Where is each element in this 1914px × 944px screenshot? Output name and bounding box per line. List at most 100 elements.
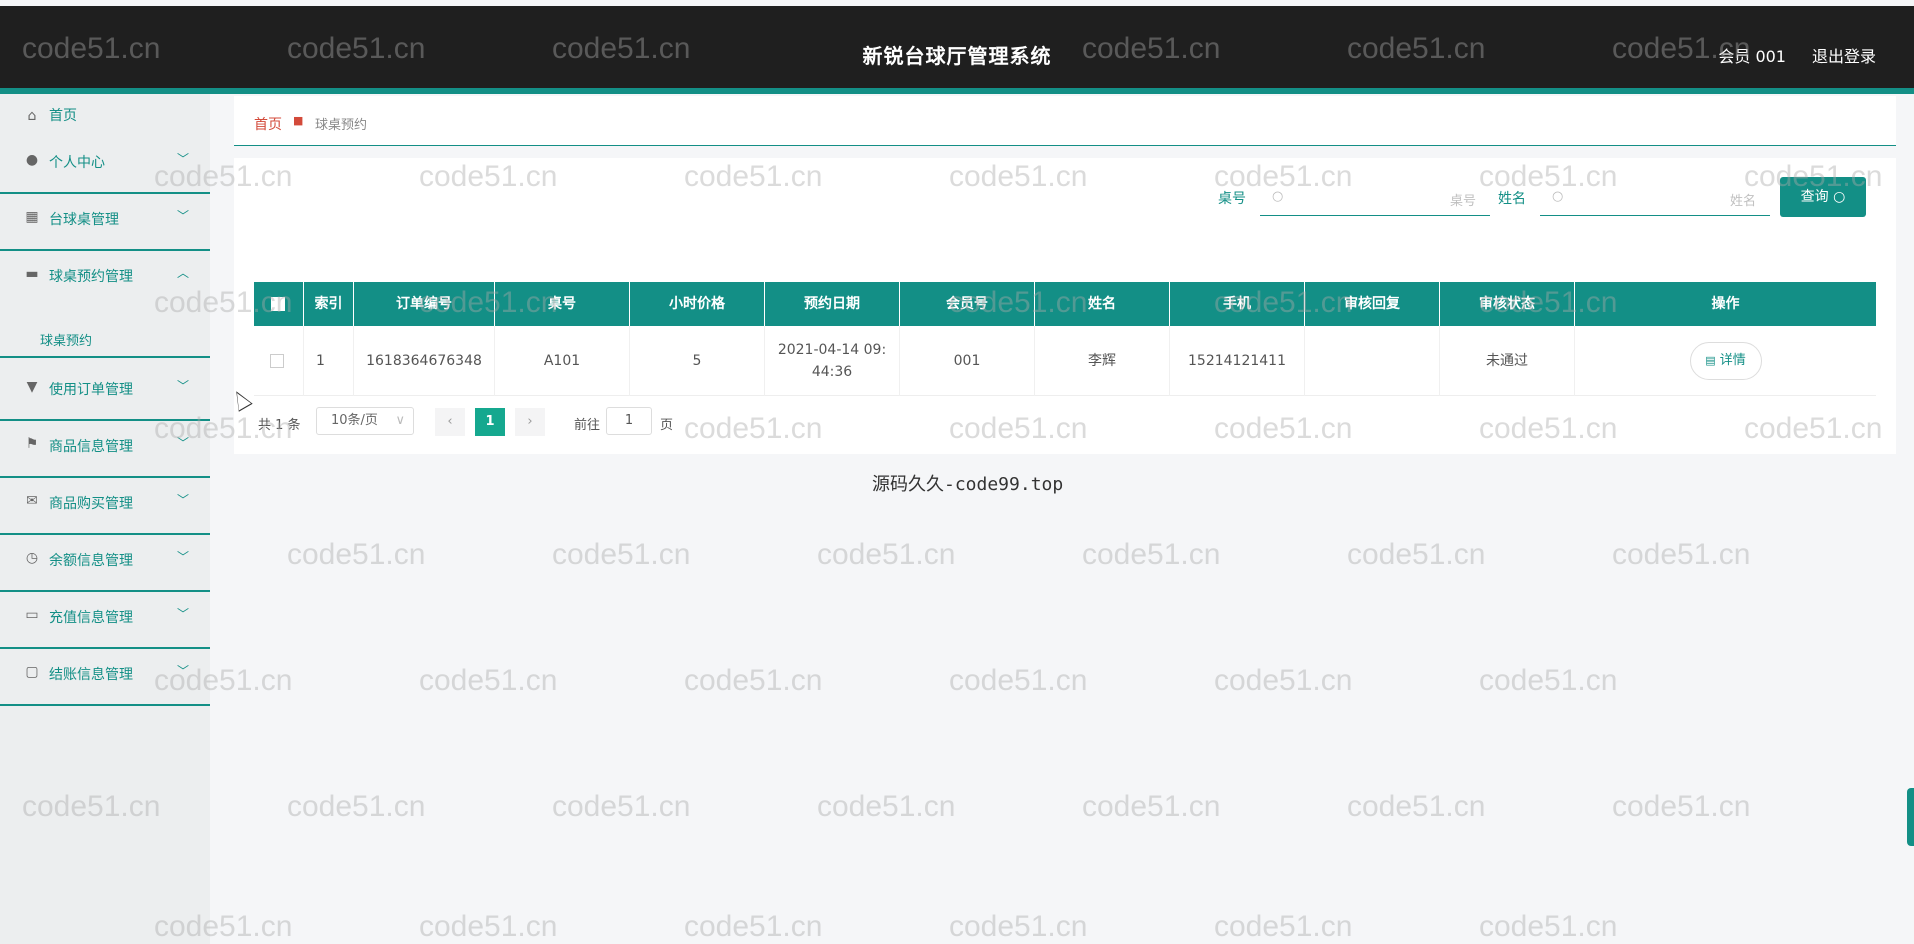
search-icon: ○ (1833, 189, 1846, 205)
sidebar-item-recharge[interactable]: ▭ 充值信息管理 ﹀ (0, 593, 210, 649)
column-header: 桌号 (495, 282, 630, 326)
row-checkbox[interactable] (270, 354, 284, 368)
column-header: 预约日期 (765, 282, 900, 326)
watermark: code51.cn (552, 538, 691, 571)
breadcrumb: 首页 ■ 球桌预约 (234, 96, 1896, 146)
sidebar-item-label: 首页 (49, 108, 77, 124)
monitor-icon: ▬ (25, 266, 39, 282)
sidebar-item-purchases[interactable]: ✉ 商品购买管理 ﹀ (0, 479, 210, 535)
sidebar-item-balance[interactable]: ◷ 余额信息管理 ﹀ (0, 536, 210, 592)
cell-date: 2021-04-14 09:44:36 (765, 326, 900, 396)
watermark: code51.cn (1082, 538, 1221, 571)
cell-table-no: A101 (495, 326, 630, 396)
search-icon: ○ (1552, 189, 1564, 204)
column-header: 姓名 (1035, 282, 1170, 326)
column-header: 会员号 (900, 282, 1035, 326)
watermark: code51.cn (817, 790, 956, 823)
top-header: 新锐台球厅管理系统 会员 001 退出登录 (0, 6, 1914, 88)
column-header: 订单编号 (354, 282, 495, 326)
chevron-down-icon: ﹀ (177, 493, 190, 507)
grid-icon: ▦ (25, 209, 39, 225)
mail-icon: ✉ (26, 493, 38, 509)
cell-reply (1305, 326, 1440, 396)
watermark: code51.cn (684, 910, 823, 943)
select-all-checkbox[interactable] (271, 297, 285, 311)
watermark: code51.cn (817, 538, 956, 571)
cell-index: 1 (304, 326, 354, 396)
sidebar-item-profile[interactable]: ● 个人中心 ﹀ (0, 138, 210, 194)
sidebar-item-label: 充值信息管理 (49, 610, 133, 626)
sidebar-item-reservation[interactable]: ▬ 球桌预约管理 ︿ (0, 252, 210, 358)
watermark: code51.cn (1479, 664, 1618, 697)
watermark: code51.cn (552, 790, 691, 823)
sidebar-item-label: 商品信息管理 (49, 439, 133, 455)
column-header: 审核状态 (1440, 282, 1575, 326)
prev-page-button[interactable]: ‹ (435, 408, 465, 436)
name-label: 姓名 (1498, 191, 1526, 207)
watermark: code51.cn (287, 790, 426, 823)
document-icon: ▤ (1705, 354, 1716, 367)
next-page-button[interactable]: › (515, 408, 545, 436)
chevron-down-icon: ﹀ (177, 436, 190, 450)
sidebar-item-products[interactable]: ⚑ 商品信息管理 ﹀ (0, 422, 210, 478)
detail-button[interactable]: ▤ 详情 (1689, 342, 1762, 380)
watermark: code51.cn (1612, 538, 1751, 571)
chevron-right-icon: › (527, 414, 533, 429)
pagination-total: 共 1 条 (258, 418, 301, 433)
cell-actions: ▤ 详情 (1575, 326, 1876, 396)
sidebar-subitem-reservation[interactable]: 球桌预约 (40, 330, 92, 349)
watermark: code51.cn (419, 910, 558, 943)
row-select-cell (254, 326, 304, 396)
query-button[interactable]: 查询 ○ (1780, 177, 1866, 217)
sidebar-item-home[interactable]: ⌂ 首页 (0, 94, 210, 130)
breadcrumb-separator-icon: ■ (293, 114, 304, 127)
cell-phone: 15214121411 (1170, 326, 1305, 396)
scrollbar-handle[interactable] (1907, 788, 1914, 846)
sidebar-item-checkout[interactable]: ▢ 结账信息管理 ﹀ (0, 650, 210, 706)
table-no-placeholder: 桌号 (1449, 194, 1476, 209)
goto-page-input[interactable]: 1 (606, 407, 652, 435)
sidebar-item-label: 余额信息管理 (49, 553, 133, 569)
table-header: 索引 订单编号 桌号 小时价格 预约日期 会员号 姓名 手机 审核回复 审核状态… (254, 282, 1876, 326)
chevron-down-icon: ﹀ (177, 664, 190, 678)
header-accent-bar (0, 88, 1914, 94)
watermark: code51.cn (1347, 538, 1486, 571)
column-header: 审核回复 (1305, 282, 1440, 326)
chevron-down-icon: ﹀ (177, 550, 190, 564)
sidebar-item-label: 球桌预约管理 (49, 269, 133, 285)
sidebar-item-label: 台球桌管理 (49, 212, 119, 228)
watermark: code51.cn (684, 664, 823, 697)
cell-order-no: 1618364676348 (354, 326, 495, 396)
chevron-left-icon: ‹ (447, 414, 453, 429)
chevron-down-icon: ﹀ (177, 152, 190, 166)
column-header: 操作 (1711, 296, 1740, 312)
goto-label: 前往 (574, 418, 601, 433)
watermark: code51.cn (1347, 790, 1486, 823)
watermark: code51.cn (1214, 910, 1353, 943)
sidebar-item-tables[interactable]: ▦ 台球桌管理 ﹀ (0, 195, 210, 251)
user-label: 会员 001 (1718, 47, 1786, 66)
header-select-all[interactable] (254, 282, 304, 326)
user-icon: ● (25, 152, 39, 168)
page-size-select[interactable]: 10条/页 ∨ (316, 407, 414, 435)
query-button-label: 查询 (1800, 189, 1829, 205)
name-placeholder: 姓名 (1729, 194, 1756, 209)
cell-name: 李辉 (1035, 326, 1170, 396)
cell-hour-price: 5 (630, 326, 765, 396)
sidebar: ⌂ 首页 ● 个人中心 ﹀ ▦ 台球桌管理 ﹀ ▬ 球桌预约管理 ︿ 球桌预约 … (0, 94, 210, 944)
app-title: 新锐台球厅管理系统 (862, 44, 1052, 68)
page-number-current[interactable]: 1 (475, 408, 505, 436)
breadcrumb-home[interactable]: 首页 (254, 114, 282, 134)
message-icon: ▭ (25, 607, 39, 623)
watermark: code51.cn (1612, 790, 1751, 823)
column-header: 索引 (304, 282, 354, 326)
watermark: code51.cn (1214, 664, 1353, 697)
sidebar-item-orders[interactable]: ▼ 使用订单管理 ﹀ (0, 365, 210, 421)
logout-button[interactable]: 退出登录 (1812, 43, 1876, 67)
sidebar-item-label: 个人中心 (49, 155, 105, 171)
footer-text: 源码久久-code99.top (872, 474, 1064, 495)
table-no-input[interactable]: ○ 桌号 (1260, 178, 1490, 216)
chevron-down-icon: ﹀ (177, 379, 190, 393)
name-input[interactable]: ○ 姓名 (1540, 178, 1770, 216)
chevron-up-icon: ︿ (177, 266, 190, 280)
